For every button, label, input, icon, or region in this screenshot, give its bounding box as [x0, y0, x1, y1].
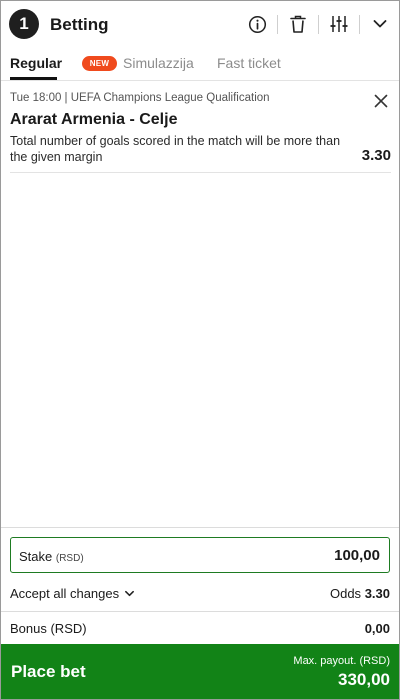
info-icon[interactable]: [247, 14, 267, 34]
new-badge: NEW: [82, 56, 117, 71]
bet-count-badge: 1: [9, 9, 39, 39]
chevron-down-icon[interactable]: [370, 14, 390, 34]
bonus-value: 0,00: [364, 621, 390, 636]
max-payout-label: Max. payout. (RSD): [293, 655, 390, 667]
divider: [1, 611, 399, 612]
stake-label: Stake (RSD): [19, 549, 84, 564]
header-separator: [318, 15, 319, 34]
max-payout-value: 330,00: [338, 670, 390, 689]
trash-icon[interactable]: [288, 14, 308, 34]
bet-event-meta: Tue 18:00 | UEFA Champions League Qualif…: [10, 92, 270, 104]
active-tab-indicator: [10, 77, 57, 80]
tab-simulazzija[interactable]: Simulazzija: [123, 55, 194, 71]
total-odds: Odds 3.30: [330, 586, 390, 601]
tab-regular[interactable]: Regular: [10, 55, 62, 71]
bet-market-description: Total number of goals scored in the matc…: [10, 134, 341, 164]
stake-value: 100,00: [334, 547, 380, 564]
close-icon[interactable]: [373, 93, 389, 109]
betslip-header: 1 Betting: [1, 1, 399, 47]
betslip-title: Betting: [50, 15, 109, 34]
place-bet-label: Place bet: [11, 662, 86, 681]
accept-changes-label: Accept all changes: [10, 586, 120, 601]
bet-selection: Tue 18:00 | UEFA Champions League Qualif…: [10, 81, 391, 173]
bet-match-name: Ararat Armenia - Celje: [10, 111, 178, 128]
total-odds-value: 3.30: [364, 586, 390, 601]
stake-currency: (RSD): [55, 553, 84, 564]
total-odds-label: Odds: [329, 586, 362, 601]
bet-odds: 3.30: [361, 147, 391, 164]
chevron-down-icon: [124, 588, 135, 599]
place-bet-button[interactable]: Place bet Max. payout. (RSD) 330,00: [1, 644, 399, 699]
betslip-panel: 1 Betting Regular Simulazzija Fast ticke…: [0, 0, 400, 700]
betslip-tabs: Regular Simulazzija Fast ticket: [1, 47, 399, 81]
header-separator: [359, 15, 360, 34]
divider: [1, 527, 399, 528]
bonus-label: Bonus (RSD): [10, 621, 87, 636]
header-separator: [277, 15, 278, 34]
accept-changes-dropdown[interactable]: Accept all changes: [10, 586, 135, 601]
sliders-icon[interactable]: [329, 14, 349, 34]
stake-label-text: Stake: [19, 549, 53, 564]
stake-input[interactable]: Stake (RSD) 100,00: [10, 537, 390, 573]
tab-fast-ticket[interactable]: Fast ticket: [217, 55, 281, 71]
